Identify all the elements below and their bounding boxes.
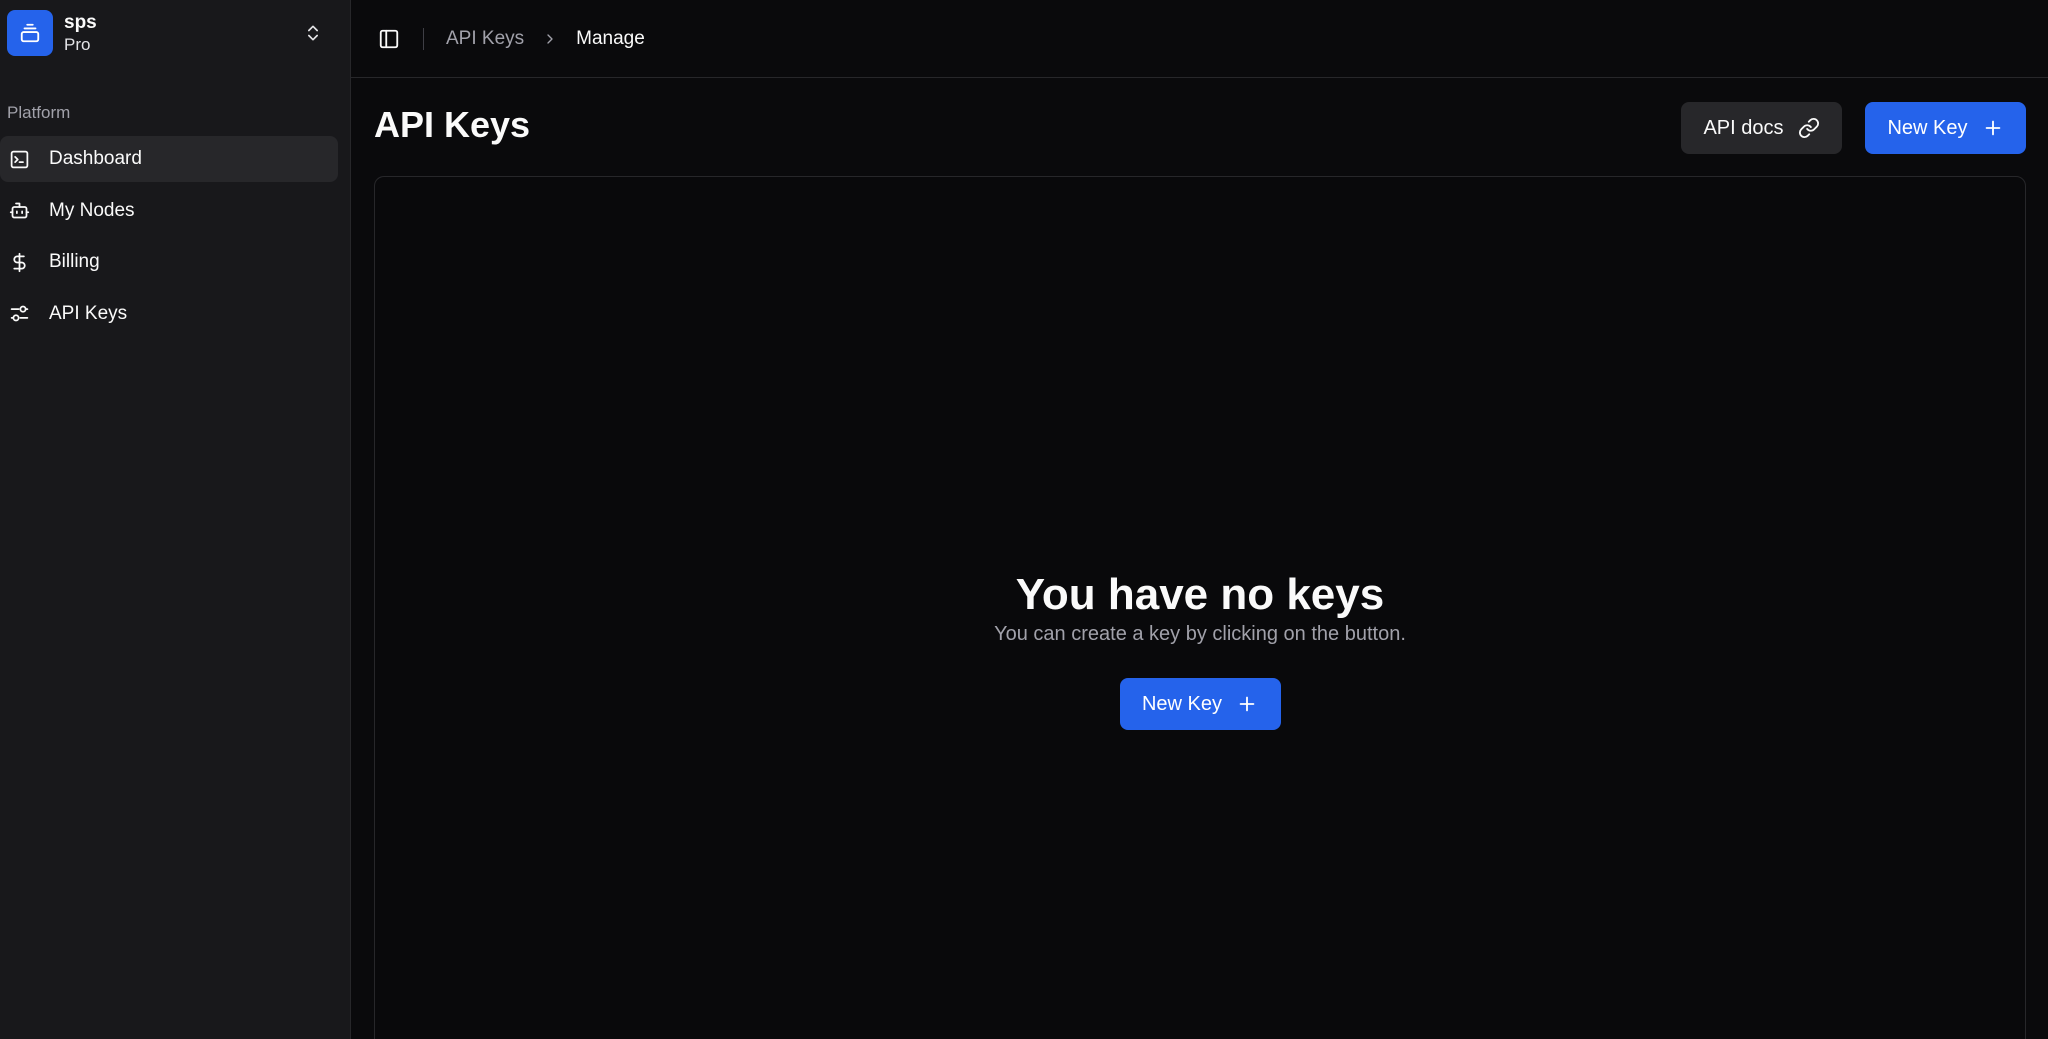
plus-icon xyxy=(1236,693,1258,715)
sidebar-item-dashboard[interactable]: Dashboard xyxy=(0,136,338,182)
breadcrumb-parent[interactable]: API Keys xyxy=(446,28,524,50)
main-content: API Keys Manage API Keys API docs New Ke… xyxy=(351,0,2048,1039)
new-key-label: New Key xyxy=(1887,116,1968,139)
sidebar-toggle-icon[interactable] xyxy=(375,25,403,53)
bot-icon xyxy=(8,200,30,222)
sidebar-item-api-keys[interactable]: API Keys xyxy=(0,291,338,337)
team-plan: Pro xyxy=(64,35,91,54)
breadcrumb-current: Manage xyxy=(576,27,645,49)
sidebar-group-label: Platform xyxy=(7,103,71,122)
empty-state-subtitle: You can create a key by clicking on the … xyxy=(994,623,1406,645)
new-key-button[interactable]: New Key xyxy=(1865,102,2026,154)
api-docs-label: API docs xyxy=(1703,116,1784,139)
team-switcher[interactable]: sps Pro xyxy=(7,9,337,57)
api-docs-button[interactable]: API docs xyxy=(1681,102,1842,154)
dollar-sign-icon xyxy=(8,251,30,273)
page-title: API Keys xyxy=(374,104,531,145)
topbar-divider xyxy=(423,27,424,50)
chevrons-up-down-icon[interactable] xyxy=(303,22,323,49)
empty-new-key-label: New Key xyxy=(1141,692,1223,715)
empty-state-title: You have no keys xyxy=(1015,570,1385,619)
sidebar-item-label: My Nodes xyxy=(49,199,135,221)
sidebar-item-label: API Keys xyxy=(49,302,128,324)
sliders-icon xyxy=(8,303,30,325)
keys-panel: You have no keys You can create a key by… xyxy=(374,176,2026,1039)
app: sps Pro Platform Dashboard My Nodes Bill… xyxy=(0,0,2048,1039)
topbar: API Keys Manage xyxy=(351,0,2048,78)
link-icon xyxy=(1798,117,1820,139)
sidebar-nav: Dashboard My Nodes Billing API Keys xyxy=(0,136,338,342)
empty-new-key-button[interactable]: New Key xyxy=(1119,678,1281,730)
sidebar: sps Pro Platform Dashboard My Nodes Bill… xyxy=(0,0,351,1039)
chevron-right-icon xyxy=(542,31,558,47)
team-logo-icon xyxy=(7,10,53,56)
sidebar-item-my-nodes[interactable]: My Nodes xyxy=(0,188,338,234)
empty-state: You have no keys You can create a key by… xyxy=(375,569,2025,730)
terminal-square-icon xyxy=(8,148,30,170)
breadcrumb: API Keys Manage xyxy=(446,28,645,50)
plus-icon xyxy=(1982,117,2004,139)
sidebar-item-billing[interactable]: Billing xyxy=(0,239,338,285)
sidebar-item-label: Billing xyxy=(49,251,100,272)
sidebar-item-label: Dashboard xyxy=(49,148,142,169)
team-name: sps xyxy=(64,12,97,33)
